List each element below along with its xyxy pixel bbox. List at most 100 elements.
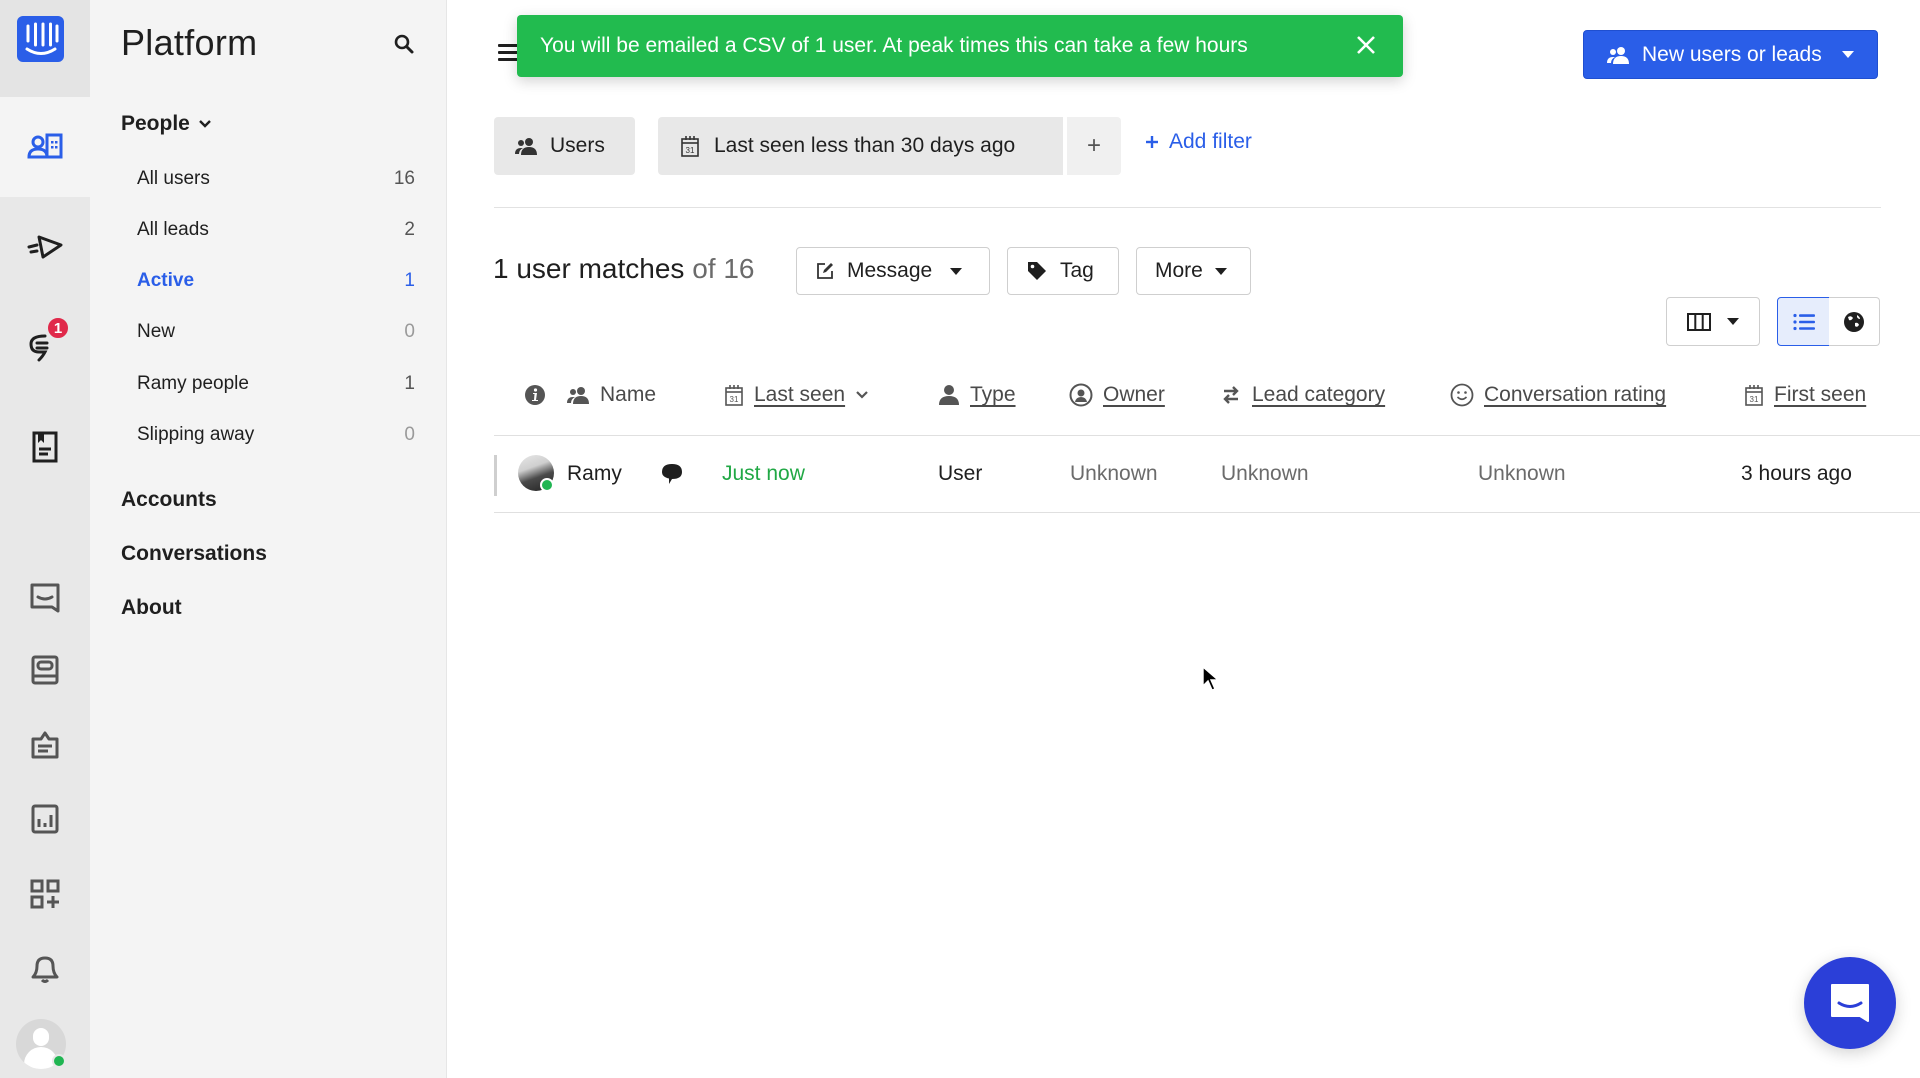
sidebar-item-label: Active bbox=[137, 270, 195, 291]
users-icon bbox=[567, 387, 589, 404]
filter-label: Last seen less than 30 days ago bbox=[714, 134, 1015, 158]
svg-text:31: 31 bbox=[730, 395, 739, 404]
add-filter-button[interactable]: Add filter bbox=[1145, 130, 1252, 154]
notifications-bell-icon bbox=[31, 956, 59, 983]
users-icon bbox=[515, 138, 537, 155]
conversation-bubble-icon[interactable] bbox=[660, 459, 684, 489]
outbound-send-icon bbox=[27, 235, 63, 259]
column-label: Name bbox=[600, 383, 657, 406]
row-accent-bar bbox=[494, 455, 497, 496]
app-nav-rail: 1 bbox=[0, 0, 90, 1078]
sidebar-item-ramy-people[interactable]: Ramy people 1 bbox=[137, 373, 415, 395]
messenger-launcher-button[interactable] bbox=[1804, 957, 1896, 1049]
rail-item-outbound[interactable] bbox=[0, 210, 90, 284]
sidebar-item-label: All leads bbox=[137, 219, 209, 240]
table-header-divider bbox=[494, 435, 1920, 436]
close-icon[interactable] bbox=[1353, 32, 1379, 58]
sidebar-item-all-leads[interactable]: All leads 2 bbox=[137, 219, 415, 241]
column-header-lead-category[interactable]: Lead category bbox=[1220, 380, 1385, 410]
last-seen-filter-chip[interactable]: 31 Last seen less than 30 days ago bbox=[658, 117, 1063, 175]
add-filter-label: Add filter bbox=[1169, 130, 1252, 153]
sidebar-item-label: Ramy people bbox=[137, 373, 249, 394]
rail-item-operator[interactable] bbox=[0, 708, 90, 782]
sidebar-item-label: New bbox=[137, 321, 176, 342]
caret-down-icon bbox=[1214, 267, 1227, 275]
calendar-icon: 31 bbox=[725, 385, 743, 406]
sidebar-item-count: 1 bbox=[404, 270, 415, 291]
toast-message: You will be emailed a CSV of 1 user. At … bbox=[540, 34, 1248, 57]
rail-item-messenger[interactable] bbox=[0, 560, 90, 634]
rail-item-app-store[interactable] bbox=[0, 857, 90, 931]
message-button[interactable]: Message bbox=[796, 247, 990, 295]
sidebar-section-conversations[interactable]: Conversations bbox=[121, 542, 267, 566]
logo-area bbox=[0, 0, 90, 97]
rail-item-contacts[interactable] bbox=[0, 97, 90, 197]
rail-item-articles[interactable] bbox=[0, 410, 90, 484]
list-view-button[interactable] bbox=[1777, 297, 1830, 346]
column-header-owner[interactable]: Owner bbox=[1069, 380, 1165, 410]
rail-item-inbox[interactable]: 1 bbox=[0, 309, 90, 383]
mouse-cursor-icon bbox=[1202, 666, 1220, 691]
filter-attribute: Last seen bbox=[714, 134, 806, 157]
calendar-icon: 31 bbox=[1745, 385, 1763, 406]
sidebar-section-about[interactable]: About bbox=[121, 596, 182, 620]
sort-chevron-down-icon bbox=[856, 391, 868, 399]
sidebar-section-label: About bbox=[121, 596, 182, 619]
sidebar-item-active[interactable]: Active 1 bbox=[137, 270, 415, 292]
search-icon[interactable] bbox=[393, 33, 415, 55]
tag-button[interactable]: Tag bbox=[1007, 247, 1119, 295]
new-users-or-leads-label: New users or leads bbox=[1642, 42, 1822, 66]
swap-icon bbox=[1223, 386, 1239, 404]
message-label: Message bbox=[847, 259, 933, 282]
rail-item-reports[interactable] bbox=[0, 782, 90, 856]
column-info[interactable] bbox=[524, 380, 546, 410]
sidebar-section-label: Accounts bbox=[121, 488, 217, 511]
sidebar-item-label: Slipping away bbox=[137, 424, 255, 445]
globe-icon bbox=[1844, 311, 1864, 332]
map-view-button[interactable] bbox=[1829, 297, 1880, 346]
rail-item-notifications[interactable] bbox=[0, 932, 90, 1006]
results-count-heading: 1 user matches of 16 bbox=[493, 253, 754, 285]
column-header-type[interactable]: Type bbox=[938, 380, 1016, 410]
sidebar-section-people[interactable]: People bbox=[121, 112, 212, 136]
operator-icon bbox=[31, 731, 59, 759]
column-header-conversation-rating[interactable]: Conversation rating bbox=[1450, 380, 1666, 410]
columns-icon bbox=[1687, 312, 1711, 331]
sidebar-section-label: People bbox=[121, 112, 190, 135]
rail-item-help-center[interactable] bbox=[0, 633, 90, 707]
intercom-logo-icon[interactable] bbox=[17, 16, 64, 62]
cell-last-seen: Just now bbox=[722, 462, 805, 485]
table-row-divider bbox=[494, 512, 1920, 513]
add-to-filter-button[interactable]: + bbox=[1067, 117, 1121, 175]
user-type-label: Users bbox=[550, 134, 605, 157]
new-users-or-leads-button[interactable]: New users or leads bbox=[1583, 30, 1878, 79]
column-header-name[interactable]: Name bbox=[566, 380, 656, 410]
column-header-first-seen[interactable]: 31 First seen bbox=[1744, 380, 1866, 410]
messenger-icon bbox=[1831, 984, 1869, 1022]
column-label: Type bbox=[970, 383, 1016, 406]
sidebar-section-accounts[interactable]: Accounts bbox=[121, 488, 217, 512]
user-type-chip[interactable]: Users bbox=[494, 117, 635, 175]
sidebar-item-new[interactable]: New 0 bbox=[137, 321, 415, 343]
column-header-last-seen[interactable]: 31 Last seen bbox=[724, 380, 869, 410]
sidebar-item-slipping-away[interactable]: Slipping away 0 bbox=[137, 424, 415, 446]
sidebar-item-all-users[interactable]: All users 16 bbox=[137, 168, 415, 190]
svg-text:31: 31 bbox=[1750, 395, 1759, 404]
hamburger-menu-icon[interactable] bbox=[498, 44, 518, 62]
columns-picker-button[interactable] bbox=[1666, 297, 1760, 346]
column-label: Owner bbox=[1103, 383, 1165, 406]
online-status-dot bbox=[52, 1054, 66, 1068]
filters-divider bbox=[494, 207, 1881, 208]
column-label: Lead category bbox=[1252, 383, 1386, 406]
cell-name[interactable]: Ramy bbox=[567, 459, 622, 489]
owner-icon bbox=[1069, 383, 1093, 407]
column-label: Last seen bbox=[754, 383, 846, 406]
app-store-icon bbox=[30, 879, 60, 909]
cell-first-seen: 3 hours ago bbox=[1741, 462, 1852, 485]
sidebar-item-count: 16 bbox=[393, 168, 415, 189]
avatar-head bbox=[33, 1028, 49, 1046]
sidebar-item-count: 1 bbox=[404, 373, 415, 394]
sidebar-title: Platform bbox=[121, 22, 258, 63]
svg-text:31: 31 bbox=[686, 146, 695, 155]
more-button[interactable]: More bbox=[1136, 247, 1251, 295]
